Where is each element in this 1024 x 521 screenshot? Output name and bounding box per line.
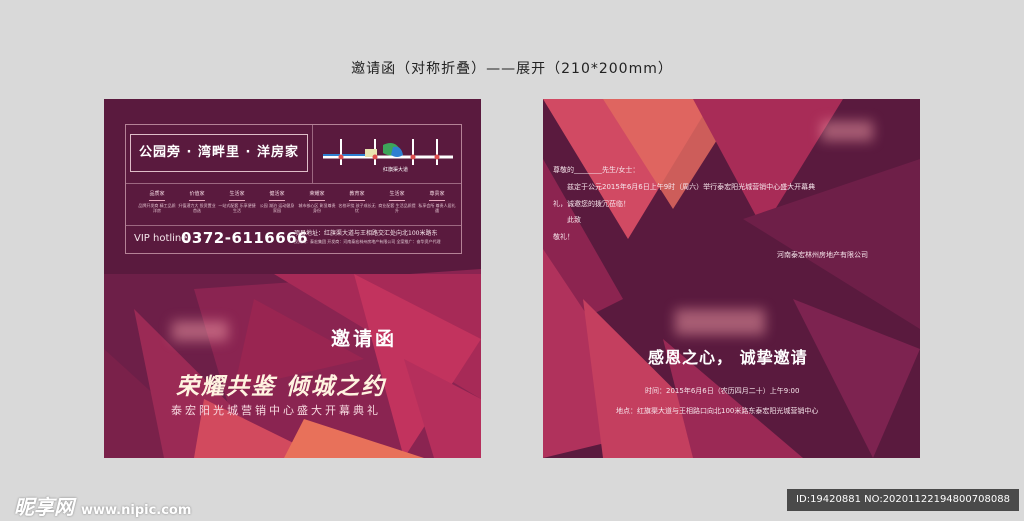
- page-title: 邀请函（对称折叠）——展开（210*200mm）: [351, 61, 673, 77]
- vip-hotline-label: VIP hotline: [134, 233, 188, 244]
- event-time: 时间：2015年6月6日（农历四月二十）上午9:00: [645, 387, 800, 395]
- project-address: 项目地址：红旗渠大道与王相路交汇处向北100米路东 投资商：泰宏集团 开发商：河…: [294, 230, 459, 246]
- watermark: 昵享网 www.nipic.com: [14, 495, 192, 519]
- event-subtitle: 泰宏阳光城营销中心盛大开幕典礼: [171, 404, 381, 417]
- hotline-number: 0372-6116666: [181, 229, 309, 247]
- company-name: 河南泰宏林州房地产有限公司: [777, 251, 868, 259]
- regards-line: 敬礼！: [553, 233, 574, 241]
- feature-item: 生活家 商业配套 生活品质提升: [378, 191, 416, 213]
- invitation-inner-panel: 尊敬的________先生/女士： 兹定于公元2015年6月6日上午9时（周六）…: [543, 99, 920, 458]
- event-place: 地点：红旗渠大道与王相路口向北100米路东泰宏阳光城营销中心: [616, 407, 819, 415]
- salutation: 尊敬的________先生/女士：: [553, 166, 640, 174]
- feature-item: 健活家 公园 湖泊 运动健身家园: [259, 191, 295, 213]
- blurred-logo: [172, 321, 228, 341]
- feature-item: 品质家 品牌开发商 精工品质洋房: [138, 191, 176, 213]
- feature-item: 价值家 升值潜力大 投资置业首选: [178, 191, 216, 213]
- address-detail: 投资商：泰宏集团 开发商：河南泰宏林州房地产有限公司 全案推广：奋华资产代理: [294, 239, 441, 244]
- invitation-front-panel: 公园旁 · 湾畔里 · 洋房家 红旗渠大道 品质家 品牌开发商 精工品质洋房 价…: [104, 99, 481, 458]
- invitation-body-line1: 兹定于公元2015年6月6日上午9时（周六）举行泰宏阳光城营销中心盛大开幕典: [567, 183, 816, 191]
- location-map: 红旗渠大道: [312, 125, 462, 183]
- invitation-body-line2: 礼，诚邀您的拨冗莅临！: [553, 200, 630, 208]
- slogan: 公园旁 · 湾畔里 · 洋房家: [130, 134, 308, 172]
- feature-item: 荣耀家 城市核心区 彰显尊贵身份: [298, 191, 336, 213]
- main-headline: 荣耀共鉴 倾城之约: [176, 374, 387, 400]
- hotline-row: VIP hotline 0372-6116666 项目地址：红旗渠大道与王相路交…: [126, 225, 461, 254]
- section-heading: 感恩之心， 诚挚邀请: [648, 348, 808, 367]
- blurred-logo: [821, 121, 873, 141]
- slogan-row: 公园旁 · 湾畔里 · 洋房家 红旗渠大道: [126, 125, 461, 184]
- feature-item: 尊贵家 私享会所 尊贵人居礼遇: [418, 191, 456, 213]
- map-graphic: 红旗渠大道: [323, 139, 453, 173]
- blurred-logo: [675, 309, 765, 335]
- feature-item: 生活家 一站式配套 乐享便捷生活: [218, 191, 256, 213]
- closing-line: 此致: [567, 216, 581, 224]
- invitation-label: 邀请函: [331, 328, 398, 350]
- map-label: 红旗渠大道: [383, 166, 408, 173]
- project-info-box: 公园旁 · 湾畔里 · 洋房家 红旗渠大道 品质家 品牌开发商 精工品质洋房 价…: [125, 124, 462, 254]
- feature-item: 教育家 名校环绕 孩子成长无忧: [338, 191, 376, 213]
- image-id-bar: ID:19420881 NO:20201122194800708088: [787, 489, 1019, 511]
- geometric-background: [543, 99, 920, 458]
